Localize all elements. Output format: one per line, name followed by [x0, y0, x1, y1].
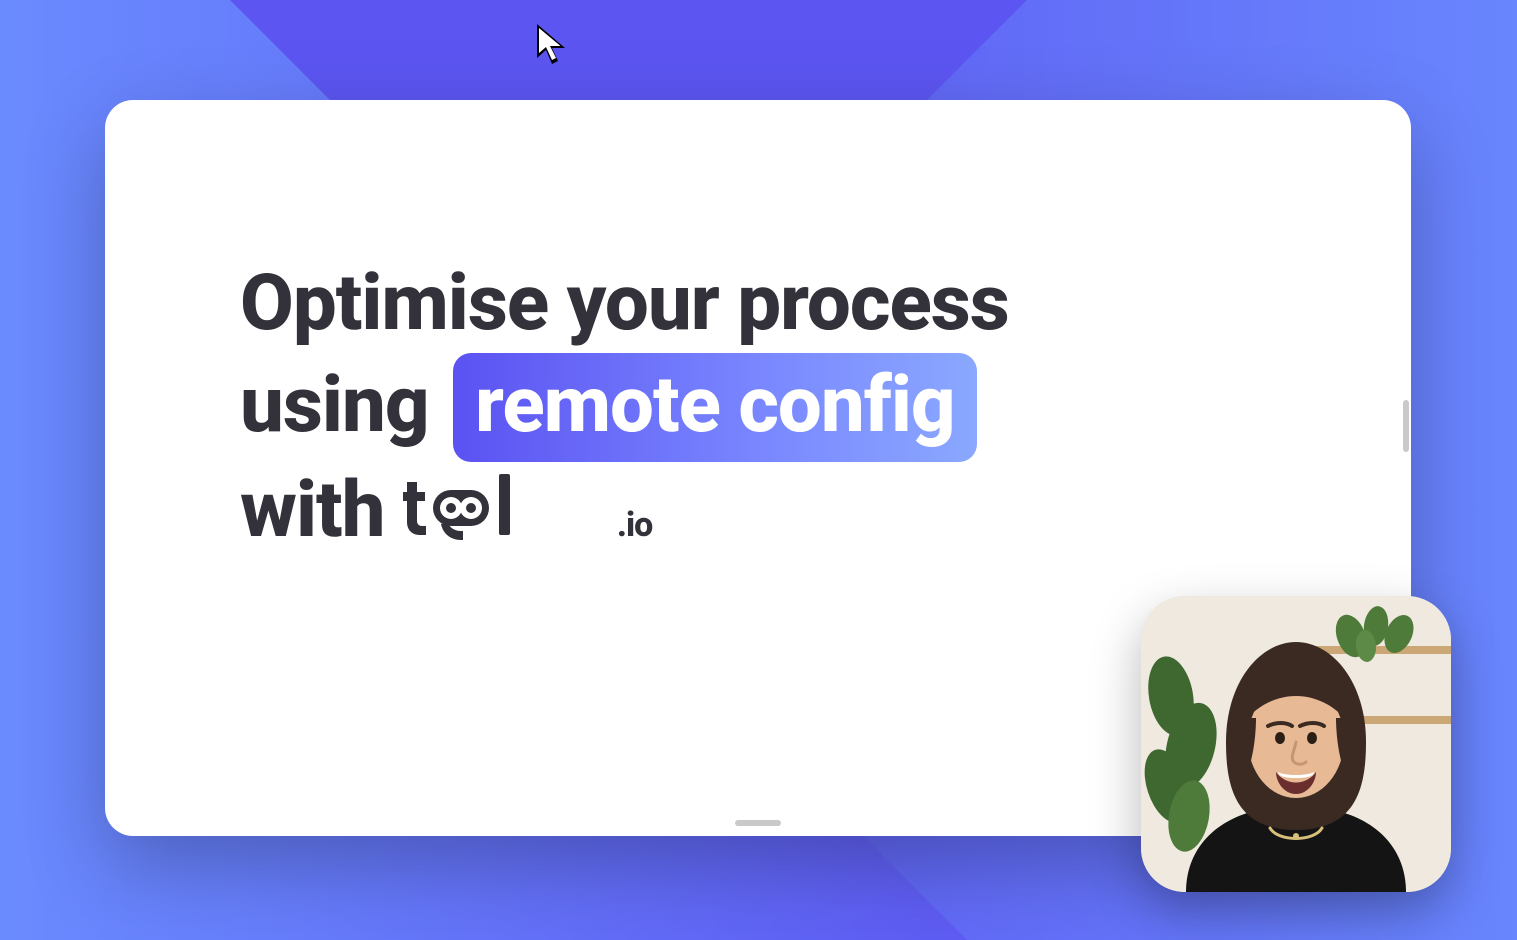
brand-logo [403, 468, 613, 542]
brand-line: with [240, 462, 652, 560]
headline-highlight: remote config [453, 353, 977, 463]
headline: Optimise your process using remote confi… [240, 255, 1351, 560]
presenter-scene [1141, 596, 1451, 892]
presenter-video-pip[interactable] [1141, 596, 1451, 892]
horizontal-scroll-indicator[interactable] [735, 820, 781, 826]
headline-line-3-prefix: with [240, 462, 384, 560]
brand-suffix: .io [617, 504, 652, 547]
slide-content: Optimise your process using remote confi… [240, 255, 1351, 560]
headline-line-1: Optimise your process [240, 258, 1009, 349]
presenter-avatar [1166, 622, 1426, 892]
headline-line-2-prefix: using [240, 360, 429, 451]
vertical-scroll-indicator[interactable] [1403, 400, 1409, 452]
